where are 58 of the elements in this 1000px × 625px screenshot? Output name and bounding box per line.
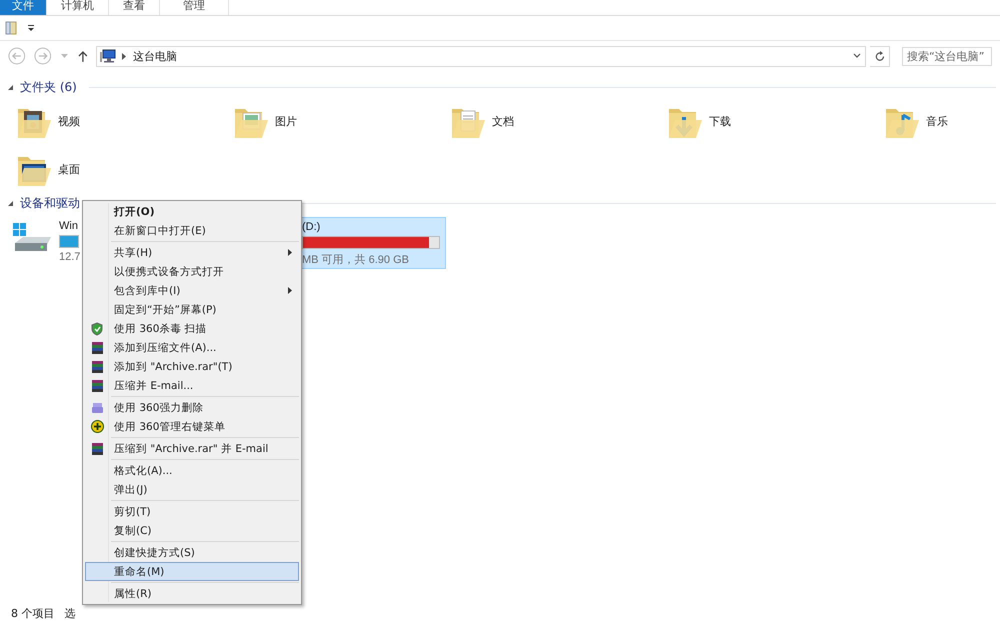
menu-item[interactable]: 剪切(T) [85,502,299,521]
folder-name[interactable]: 桌面 [58,162,80,176]
refresh-button[interactable] [870,46,890,66]
collapse-triangle-icon[interactable] [7,200,14,206]
menu-item[interactable]: 弹出(J) [85,480,299,499]
menu-item[interactable]: 包含到库中(I) [85,281,299,300]
section-title: 设备和驱动 [20,194,80,212]
shredder-icon [91,400,104,414]
book-stack-icon [91,340,104,354]
address-path: 这台电脑 [132,48,178,64]
menu-item[interactable]: 复制(C) [85,521,299,540]
forward-icon[interactable] [34,47,52,65]
folder-name[interactable]: 下载 [709,114,731,128]
drive-name: Win [59,220,79,232]
selection-text: 选 [64,606,76,620]
collapse-triangle-icon[interactable] [7,84,14,90]
back-icon[interactable] [8,47,26,65]
folder-icon[interactable] [5,21,17,35]
customize-caret-icon[interactable] [26,23,36,33]
menu-item[interactable]: 使用 360强力删除 [85,398,299,417]
folder-name[interactable]: 视频 [58,114,80,128]
ribbon-tab[interactable]: 管理 [160,0,229,15]
history-caret-icon[interactable] [61,54,68,58]
search-field[interactable]: 搜索“这台电脑” [902,46,992,66]
drive-space-text: MB 可用，共 6.90 GB [302,253,410,267]
usage-bar [59,235,79,248]
ribbon-tab[interactable]: 查看 [109,0,160,15]
book-stack-icon [91,360,104,374]
plus-circle-icon [91,420,104,434]
menu-item[interactable]: 固定到“开始”屏幕(P) [85,300,299,319]
section-title: 文件夹 (6) [20,78,77,96]
book-stack-icon [91,378,104,392]
folder-name[interactable]: 文档 [492,114,514,128]
book-stack-icon [91,442,104,456]
ribbon-tab[interactable]: 文件 [0,0,47,15]
menu-item[interactable]: 使用 360管理右键菜单 [85,417,299,436]
dropdown-caret-icon[interactable] [853,53,862,59]
computer-icon [100,49,116,63]
menu-item[interactable]: 添加到 "Archive.rar"(T) [85,357,299,376]
menu-item[interactable]: 使用 360杀毒 扫描 [85,319,299,338]
up-arrow-icon[interactable] [78,50,88,62]
menu-item[interactable]: 添加到压缩文件(A)... [85,338,299,357]
menu-item[interactable]: 重命名(M) [85,562,299,581]
drive-name: (D:) [302,221,322,233]
drive-space-text: 12.7 [59,251,79,263]
folder-name[interactable]: 音乐 [926,114,948,128]
menu-item[interactable]: 创建快捷方式(S) [85,543,299,562]
chevron-icon [122,52,127,60]
address-bar[interactable]: 这台电脑 [96,46,866,66]
refresh-icon [874,50,885,62]
shield-icon [91,322,104,336]
ribbon-tab[interactable]: 计算机 [47,0,109,15]
menu-item[interactable]: 格式化(A)... [85,461,299,480]
item-count: 8 个项目 [11,606,54,620]
menu-item[interactable]: 压缩并 E-mail... [85,376,299,395]
menu-item[interactable]: 压缩到 "Archive.rar" 并 E-mail [85,439,299,458]
menu-item[interactable]: 属性(R) [85,584,299,603]
folder-name[interactable]: 图片 [275,114,297,128]
